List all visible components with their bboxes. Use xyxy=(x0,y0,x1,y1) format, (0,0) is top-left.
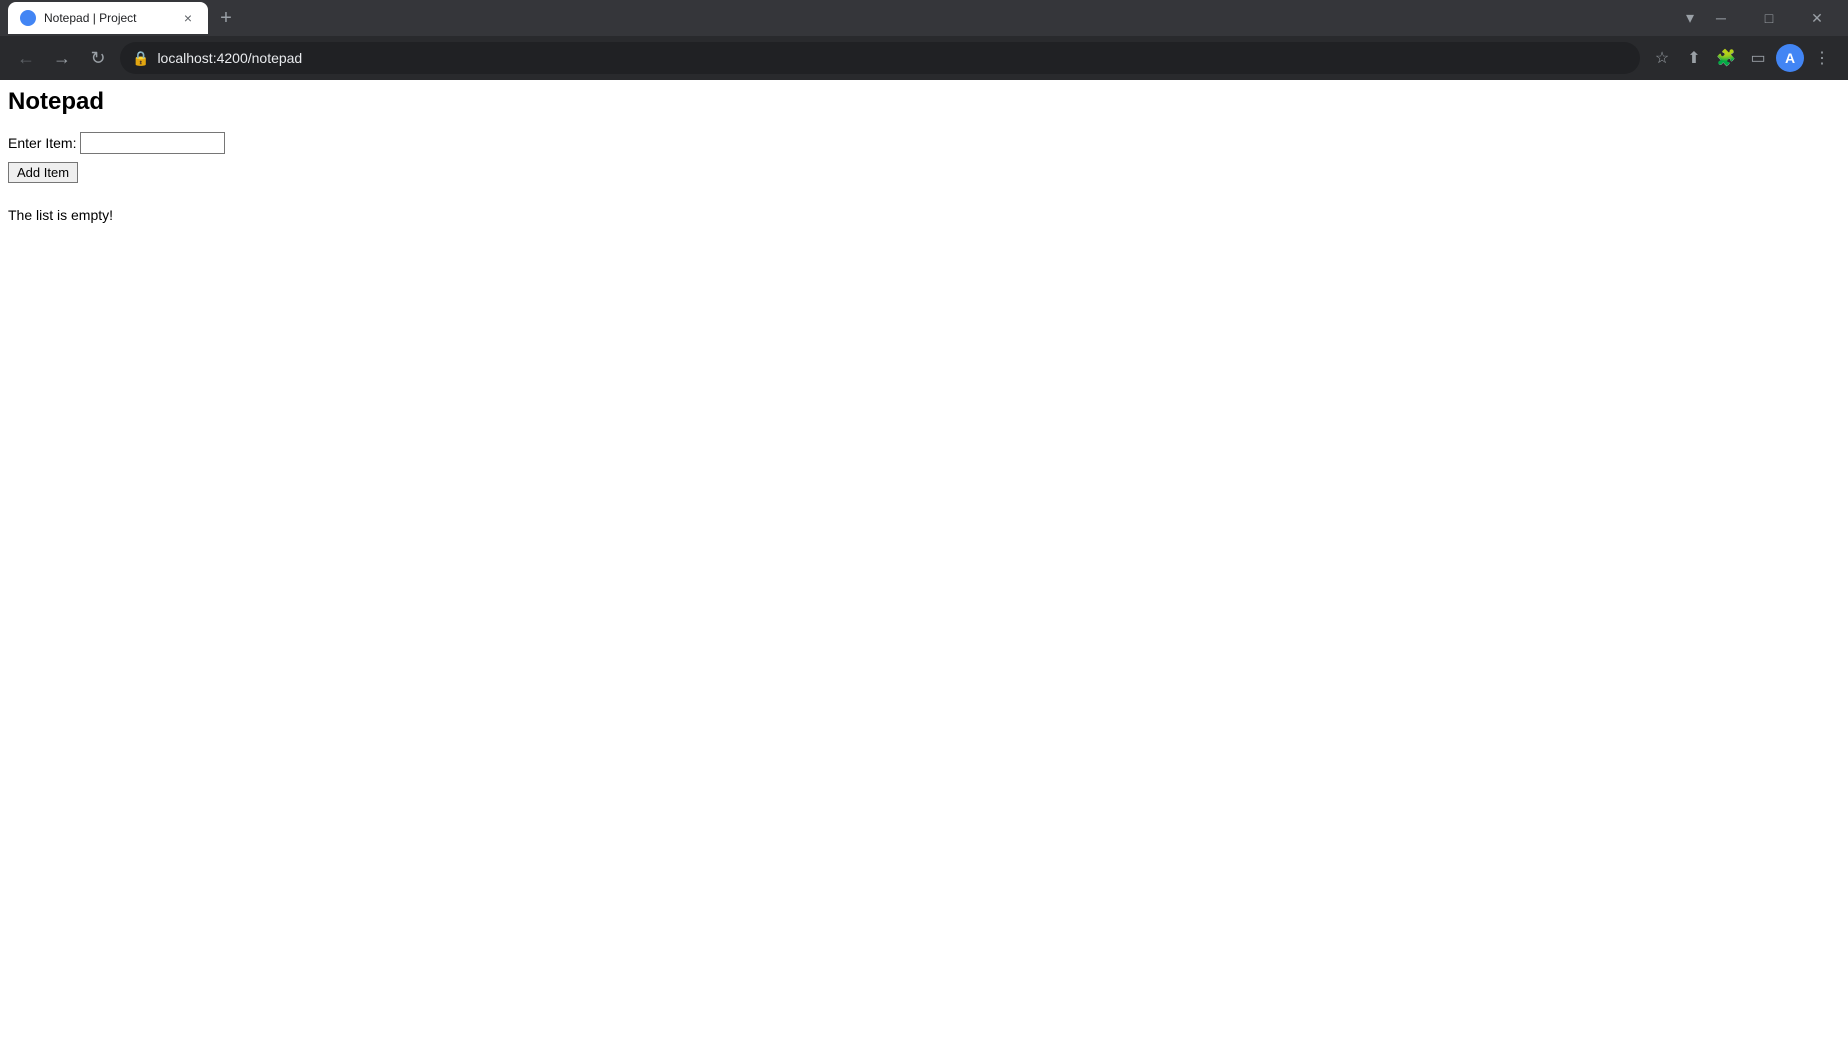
empty-list-message: The list is empty! xyxy=(8,207,1840,223)
reload-button[interactable]: ↻ xyxy=(84,44,112,72)
tab-favicon-icon xyxy=(20,10,36,26)
address-text: localhost:4200/notepad xyxy=(157,50,302,66)
tab-dropdown-icon[interactable]: ▾ xyxy=(1686,8,1694,28)
add-item-button[interactable]: Add Item xyxy=(8,162,78,183)
tab-bar-controls: ▾ ─ □ ✕ xyxy=(1686,0,1840,36)
browser-chrome: Notepad | Project × + ▾ ─ □ ✕ ← → ↻ 🔒 lo… xyxy=(0,0,1848,80)
menu-button[interactable]: ⋮ xyxy=(1808,44,1836,72)
profile-button[interactable]: A xyxy=(1776,44,1804,72)
close-button[interactable]: ✕ xyxy=(1794,0,1840,36)
back-button[interactable]: ← xyxy=(12,44,40,72)
extensions-button[interactable]: 🧩 xyxy=(1712,44,1740,72)
sidebar-button[interactable]: ▭ xyxy=(1744,44,1772,72)
minimize-button[interactable]: ─ xyxy=(1698,0,1744,36)
window-controls: ─ □ ✕ xyxy=(1698,0,1840,36)
forward-button[interactable]: → xyxy=(48,44,76,72)
enter-item-label: Enter Item: xyxy=(8,135,76,151)
enter-item-row: Enter Item: xyxy=(8,132,1840,154)
bookmark-button[interactable]: ☆ xyxy=(1648,44,1676,72)
share-button[interactable]: ⬆ xyxy=(1680,44,1708,72)
toolbar-actions: ☆ ⬆ 🧩 ▭ A ⋮ xyxy=(1648,44,1836,72)
new-tab-button[interactable]: + xyxy=(212,4,240,32)
active-tab[interactable]: Notepad | Project × xyxy=(8,2,208,34)
lock-icon: 🔒 xyxy=(132,50,149,67)
browser-toolbar: ← → ↻ 🔒 localhost:4200/notepad ☆ ⬆ 🧩 ▭ A… xyxy=(0,36,1848,80)
maximize-button[interactable]: □ xyxy=(1746,0,1792,36)
page-title: Notepad xyxy=(8,88,1840,116)
tab-bar: Notepad | Project × + ▾ ─ □ ✕ xyxy=(0,0,1848,36)
page-content: Notepad Enter Item: Add Item The list is… xyxy=(0,80,1848,231)
tab-close-button[interactable]: × xyxy=(180,10,196,26)
address-bar[interactable]: 🔒 localhost:4200/notepad xyxy=(120,42,1640,74)
enter-item-input[interactable] xyxy=(80,132,225,154)
tab-title: Notepad | Project xyxy=(44,11,172,25)
